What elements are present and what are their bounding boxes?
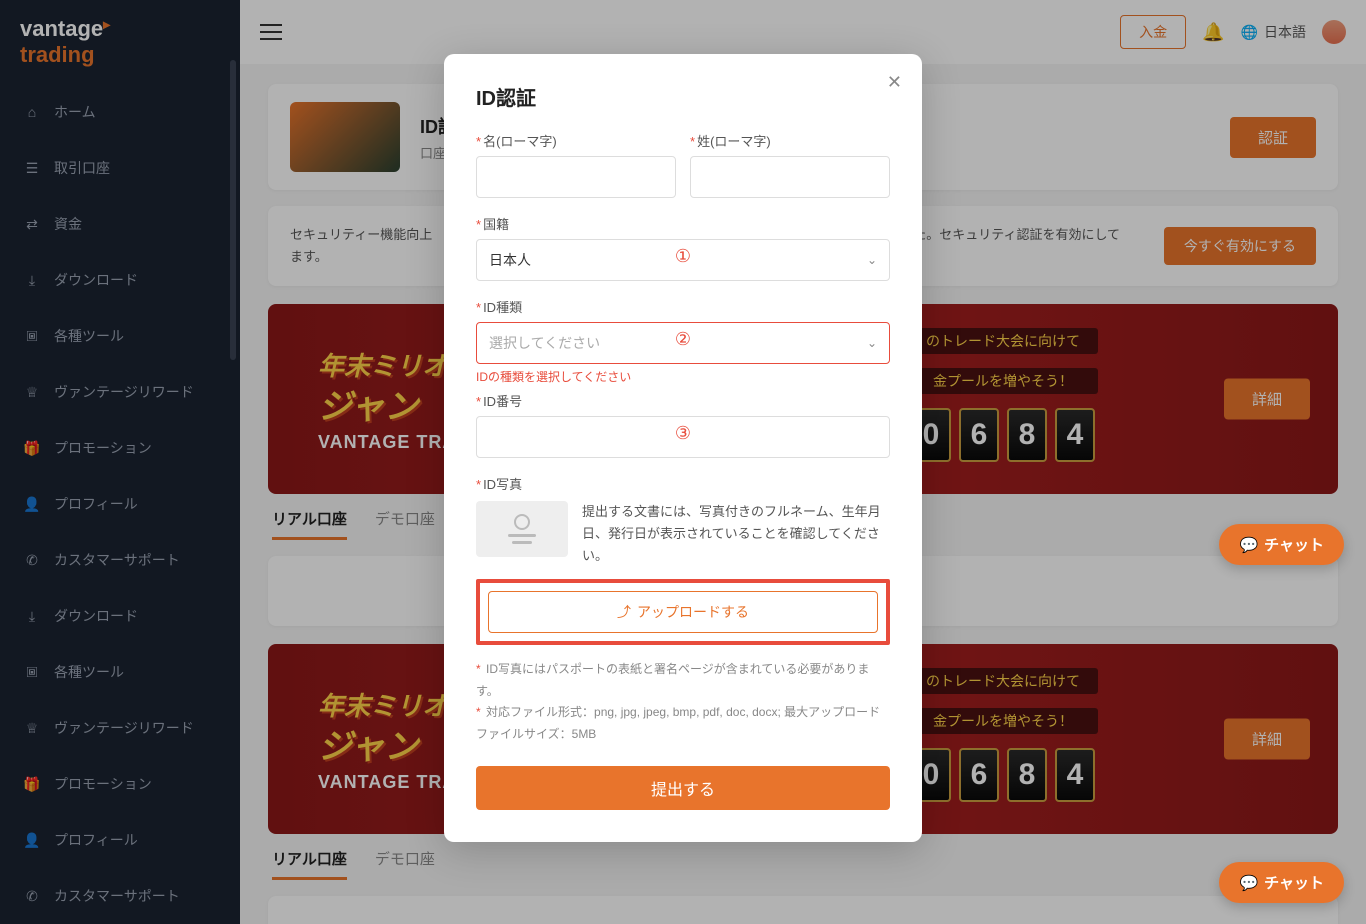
id-number-input[interactable] bbox=[476, 416, 890, 458]
id-type-label: *ID種類 bbox=[476, 297, 890, 316]
chevron-down-icon: ⌄ bbox=[867, 253, 877, 267]
chat-button[interactable]: 💬 チャット bbox=[1219, 862, 1344, 903]
last-name-input[interactable] bbox=[690, 156, 890, 198]
nationality-label: *国籍 bbox=[476, 214, 890, 233]
chat-label: チャット bbox=[1264, 534, 1324, 555]
chat-icon: 💬 bbox=[1239, 536, 1258, 554]
upload-notes: * ID写真にはパスポートの表紙と署名ページが含まれている必要があります。 * … bbox=[476, 659, 890, 745]
id-number-label: *ID番号 bbox=[476, 391, 890, 410]
id-photo-label: *ID写真 bbox=[476, 474, 890, 493]
last-name-label: *姓(ローマ字) bbox=[690, 131, 890, 150]
id-type-placeholder: 選択してください bbox=[489, 333, 600, 353]
upload-icon: ⤴ bbox=[617, 602, 631, 622]
upload-highlight: ⤴ アップロードする bbox=[476, 579, 890, 645]
id-type-error: IDの種類を選択してください bbox=[476, 368, 890, 385]
person-head-icon bbox=[514, 514, 530, 530]
chevron-down-icon: ⌄ bbox=[867, 336, 877, 350]
chat-icon: 💬 bbox=[1239, 874, 1258, 892]
id-verification-modal: ✕ ID認証 *名(ローマ字) *姓(ローマ字) *国籍 日本人 ⌄ ① *ID… bbox=[444, 54, 922, 842]
upload-label: アップロードする bbox=[637, 602, 749, 622]
submit-button[interactable]: 提出する bbox=[476, 766, 890, 810]
first-name-label: *名(ローマ字) bbox=[476, 131, 676, 150]
modal-title: ID認証 bbox=[476, 82, 890, 111]
close-button[interactable]: ✕ bbox=[887, 72, 902, 93]
id-photo-description: 提出する文書には、写真付きのフルネーム、生年月日、発行日が表示されていることを確… bbox=[582, 501, 890, 567]
id-type-select[interactable]: 選択してください ⌄ bbox=[476, 322, 890, 364]
id-photo-placeholder bbox=[476, 501, 568, 557]
nationality-value: 日本人 bbox=[489, 250, 531, 270]
upload-button[interactable]: ⤴ アップロードする bbox=[488, 591, 878, 633]
first-name-input[interactable] bbox=[476, 156, 676, 198]
nationality-select[interactable]: 日本人 ⌄ bbox=[476, 239, 890, 281]
chat-button[interactable]: 💬 チャット bbox=[1219, 524, 1344, 565]
chat-label: チャット bbox=[1264, 872, 1324, 893]
